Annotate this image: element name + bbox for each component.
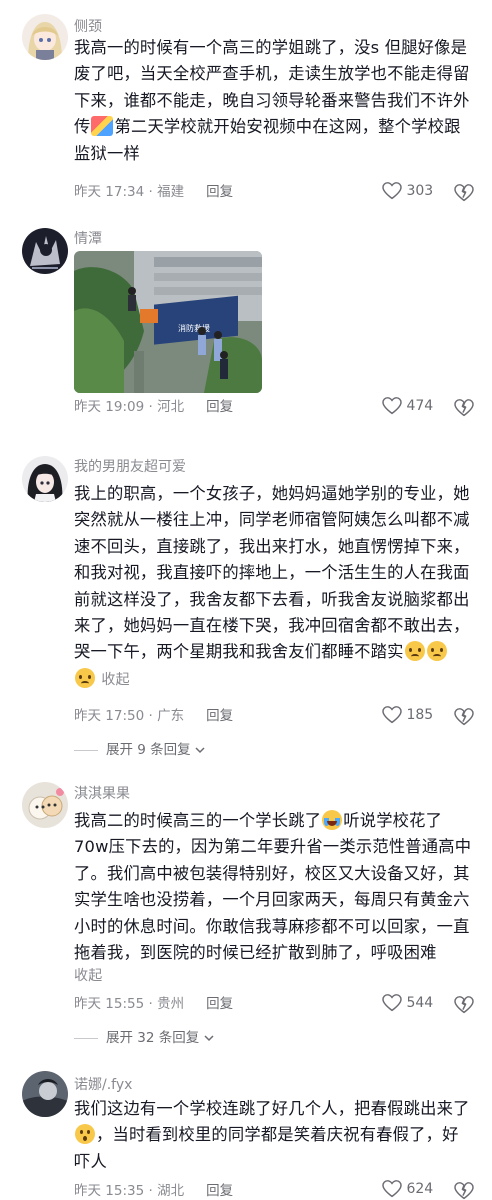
username[interactable]: 侧颈 [74,18,102,36]
collapse-link[interactable]: 收起 [101,672,129,688]
collapse-link[interactable]: 收起 [74,966,474,986]
username[interactable]: 情潭 [74,230,102,248]
like-count: 624 [406,1181,434,1197]
dislike-button[interactable] [454,182,474,202]
timestamp-location: 昨天 17:50 · 广东 [74,708,185,724]
expand-replies-button[interactable]: 展开 32 条回复 [74,1026,214,1046]
broken-heart-icon [454,995,474,1013]
comment-text: 我们这边有一个学校连跳了好几个人，把春假跳出来了 ，当时看到校里的同学都是笑着庆… [74,1099,470,1171]
timestamp-location: 昨天 19:09 · 河北 [74,399,185,415]
like-count: 303 [406,183,434,199]
teary-emoji-icon [404,641,425,662]
chevron-down-icon [195,747,205,754]
heart-icon [382,397,402,415]
comment-photo[interactable]: 消防救援 [74,251,262,393]
avatar[interactable] [22,1071,68,1117]
comment-text: 我高一的时候有一个高三的学姐跳了，没s 但腿好像是 废了吧，当天全校严查手机，走… [74,38,470,163]
comment-meta: 昨天 15:55 · 贵州 回复 [74,995,233,1013]
dislike-button[interactable] [454,994,474,1014]
like-count: 544 [406,995,434,1011]
comment-meta: 昨天 19:09 · 河北 回复 [74,398,233,416]
like-count: 185 [406,707,434,723]
reply-button[interactable]: 回复 [206,399,233,415]
comment-text: 我上的职高，一个女孩子，她妈妈逼她学别的专业，她 突然就从一楼往上冲，同学老师宿… [74,484,470,688]
timestamp-location: 昨天 15:55 · 贵州 [74,996,185,1012]
comment-meta: 昨天 17:34 · 福建 回复 [74,183,233,201]
broken-heart-icon [454,707,474,725]
timestamp-location: 昨天 15:35 · 湖北 [74,1183,185,1199]
heart-icon [382,994,402,1012]
dislike-button[interactable] [454,706,474,726]
heart-icon [382,182,402,200]
like-count: 474 [406,398,434,414]
reply-button[interactable]: 回复 [206,1183,233,1199]
comment-text: 我高二的时候高三的一个学长跳了 听说学校花了 70w压下去的，因为第二年要升省一类… [74,808,474,986]
shocked-emoji-icon [75,1124,95,1145]
laugh-cry-emoji-icon [322,810,343,830]
avatar[interactable] [22,14,68,60]
reply-button[interactable]: 回复 [206,708,233,724]
like-button[interactable]: 185 [382,705,433,725]
username[interactable]: 淇淇果果 [74,785,130,803]
comment-meta: 昨天 17:50 · 广东 回复 [74,707,233,725]
timestamp-location: 昨天 17:34 · 福建 [74,184,185,200]
avatar[interactable] [22,782,68,828]
username[interactable]: 诺娜/.fyx [74,1076,132,1094]
avatar[interactable] [22,456,68,502]
chevron-down-icon [204,1035,214,1042]
broken-heart-icon [454,1181,474,1199]
username[interactable]: 我的男朋友超可爱 [74,458,186,476]
party-emoji-icon [91,116,114,137]
dislike-button[interactable] [454,397,474,417]
heart-icon [382,1180,402,1198]
reply-button[interactable]: 回复 [206,996,233,1012]
broken-heart-icon [454,183,474,201]
expand-replies-button[interactable]: 展开 9 条回复 [74,738,205,758]
comment-meta: 昨天 15:35 · 湖北 回复 [74,1182,233,1200]
dislike-button[interactable] [454,1180,474,1200]
reply-button[interactable]: 回复 [206,184,233,200]
broken-heart-icon [454,398,474,416]
divider [74,749,98,751]
teary-emoji-icon [426,641,447,662]
avatar[interactable] [22,228,68,274]
like-button[interactable]: 474 [382,396,433,416]
like-button[interactable]: 303 [382,181,433,201]
divider [74,1037,98,1039]
teary-emoji-icon [75,667,95,688]
heart-icon [382,706,402,724]
like-button[interactable]: 544 [382,993,433,1013]
like-button[interactable]: 624 [382,1179,433,1199]
